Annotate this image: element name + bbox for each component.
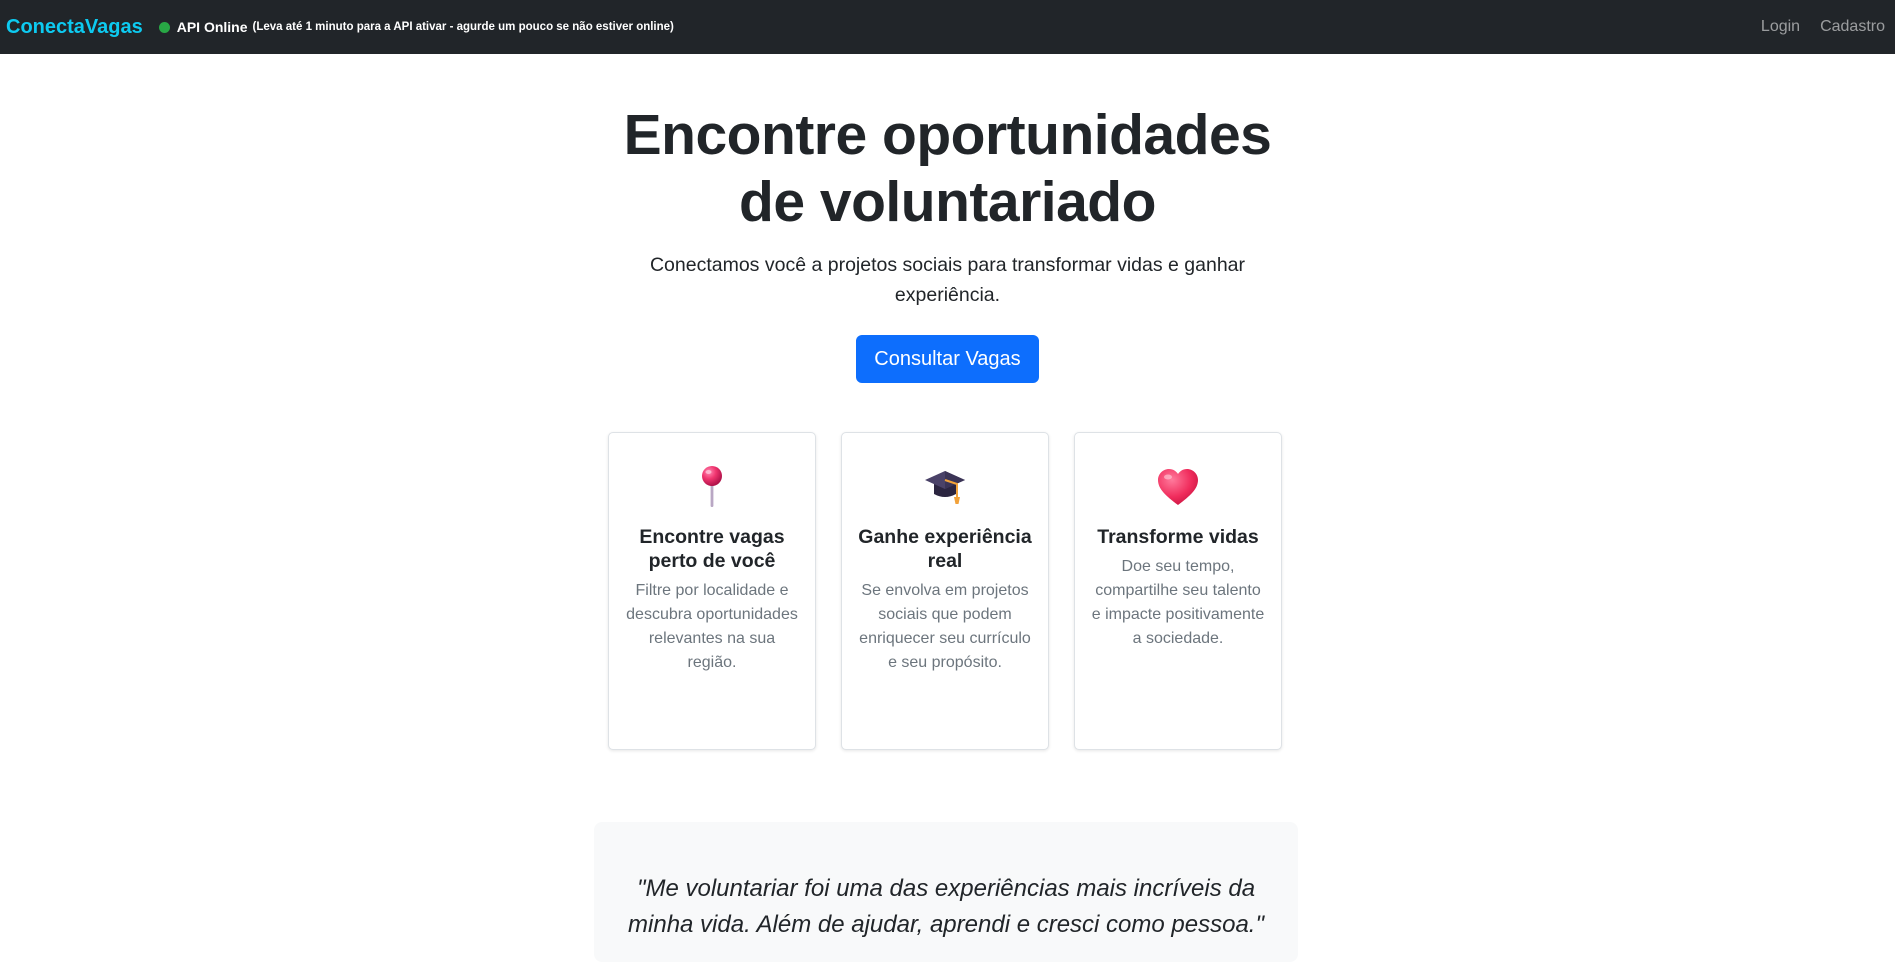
hero-title-line-2: de voluntariado (739, 170, 1156, 234)
status-online-icon (158, 21, 170, 33)
feature-card-transform: Transforme vidas Doe seu tempo, comparti… (1074, 432, 1282, 750)
pushpin-icon (623, 463, 801, 511)
card-text: Se envolva em projetos sociais que podem… (859, 582, 1031, 671)
brand-logo-link[interactable]: ConectaVagas (6, 16, 143, 39)
signup-link[interactable]: Cadastro (1820, 18, 1885, 36)
hero-subtitle: Conectamos você a projetos sociais para … (649, 254, 1246, 306)
hero-title-line-1: Encontre oportunidades (623, 103, 1272, 167)
consult-vacancies-button[interactable]: Consultar Vagas (856, 335, 1039, 383)
card-text: Doe seu tempo, compartilhe seu talento e… (1091, 558, 1265, 647)
heart-icon (1089, 463, 1267, 511)
card-title: Encontre vagas perto de você (639, 526, 785, 572)
hero-section: Encontre oportunidades de voluntariado C… (0, 102, 1895, 383)
testimonial-quote: "Me voluntariar foi uma das experiências… (628, 875, 1264, 938)
api-status-label: API Online (176, 19, 248, 35)
api-status-note: (Leva até 1 minuto para a API ativar - a… (252, 21, 674, 33)
graduation-cap-icon (856, 463, 1034, 511)
top-navbar: ConectaVagas API Online (Leva até 1 minu… (0, 0, 1895, 54)
card-text: Filtre por localidade e descubra oportun… (626, 582, 798, 671)
feature-cards: Encontre vagas perto de você Filtre por … (608, 432, 1282, 750)
login-link[interactable]: Login (1761, 18, 1800, 36)
card-title: Transforme vidas (1097, 526, 1259, 548)
nav-links: Login Cadastro (1761, 18, 1889, 36)
api-status: API Online (Leva até 1 minuto para a API… (158, 19, 674, 35)
feature-card-experience: Ganhe experiência real Se envolva em pro… (841, 432, 1049, 750)
testimonial-section: "Me voluntariar foi uma das experiências… (594, 822, 1298, 962)
hero-title: Encontre oportunidades de voluntariado (598, 102, 1298, 236)
feature-card-nearby: Encontre vagas perto de você Filtre por … (608, 432, 816, 750)
card-title: Ganhe experiência real (858, 526, 1032, 572)
